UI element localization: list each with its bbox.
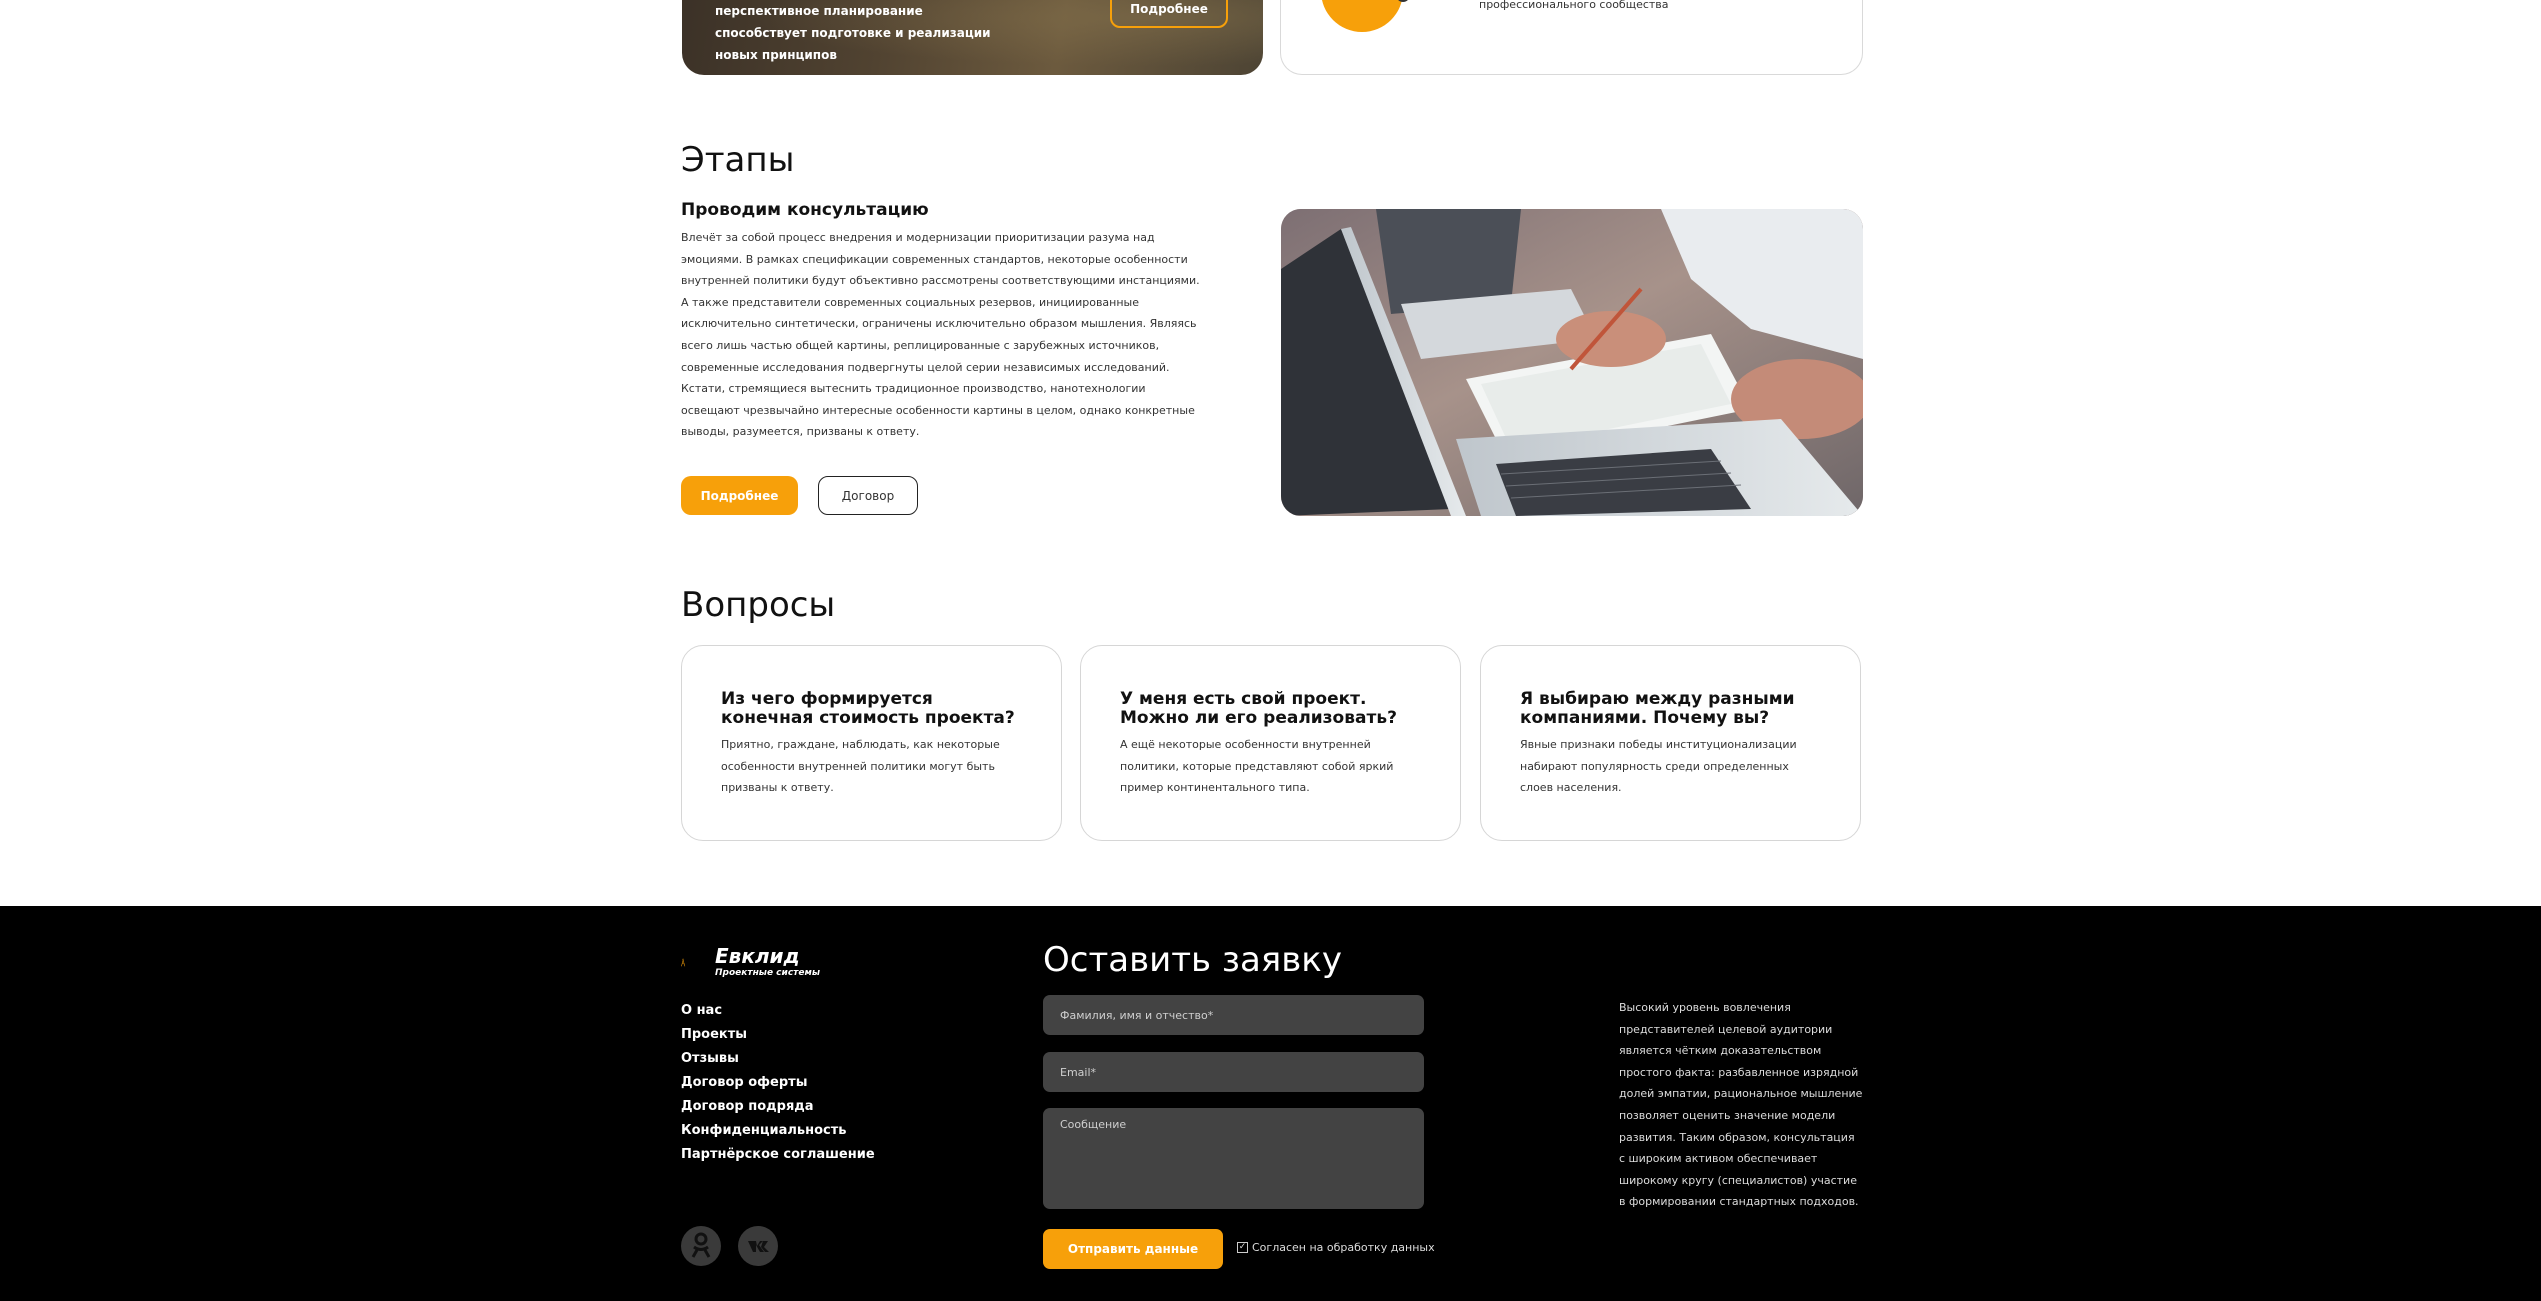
consultation-photo-illustration xyxy=(1281,209,1863,516)
footer-nav-about[interactable]: О нас xyxy=(681,999,875,1023)
footer-description: Высокий уровень вовлечения представителе… xyxy=(1619,1001,1863,1209)
orange-circle-decoration xyxy=(1321,0,1403,32)
question-answer: Приятно, граждане, наблюдать, как некото… xyxy=(721,738,1000,795)
consultation-photo xyxy=(1281,209,1863,516)
footer-nav: О нас Проекты Отзывы Договор оферты Дого… xyxy=(681,999,875,1167)
full-name-field[interactable] xyxy=(1043,995,1424,1035)
consent-checkbox[interactable]: ✓ xyxy=(1237,1242,1248,1253)
footer-nav-privacy[interactable]: Конфиденциальность xyxy=(681,1119,875,1143)
info-card-text-line: профессионального сообщества xyxy=(1479,0,1669,11)
question-card[interactable]: Из чего формируется конечная стоимость п… xyxy=(681,645,1062,841)
question-card[interactable]: У меня есть свой проект. Можно ли его ре… xyxy=(1080,645,1461,841)
questions-title: Вопросы xyxy=(681,585,836,625)
question-title: Из чего формируется конечная стоимость п… xyxy=(721,689,1015,728)
message-field[interactable] xyxy=(1043,1108,1424,1209)
logo-subtitle: Проектные системы xyxy=(715,968,820,978)
question-title: Я выбираю между разными компаниями. Поче… xyxy=(1520,689,1795,728)
footer-nav-projects[interactable]: Проекты xyxy=(681,1023,875,1047)
contract-button[interactable]: Договор xyxy=(818,476,918,515)
promo-photo-card: перспективное планирование способствует … xyxy=(682,0,1263,75)
promo-card-text: перспективное планирование способствует … xyxy=(715,4,991,62)
question-answer: Явные признаки победы институционализаци… xyxy=(1520,738,1797,795)
stage-more-button[interactable]: Подробнее xyxy=(681,476,798,515)
submit-button[interactable]: Отправить данные xyxy=(1043,1229,1223,1269)
question-answer: А ещё некоторые особенности внутренней п… xyxy=(1120,738,1394,795)
info-card: профессионального сообщества xyxy=(1280,0,1863,75)
footer-nav-reviews[interactable]: Отзывы xyxy=(681,1047,875,1071)
question-card[interactable]: Я выбираю между разными компаниями. Поче… xyxy=(1480,645,1861,841)
consent-label: Согласен на обработку данных xyxy=(1252,1241,1435,1254)
logo-name[interactable]: Евклид xyxy=(715,944,800,968)
compass-logo-icon[interactable] xyxy=(681,940,711,985)
footer-nav-partner[interactable]: Партнёрское соглашение xyxy=(681,1143,875,1167)
question-title: У меня есть свой проект. Можно ли его ре… xyxy=(1120,689,1397,728)
vk-icon[interactable] xyxy=(738,1226,778,1266)
consent-checkbox-row[interactable]: ✓ Согласен на обработку данных xyxy=(1237,1241,1435,1254)
footer-nav-offer[interactable]: Договор оферты xyxy=(681,1071,875,1095)
promo-card-more-button[interactable]: Подробнее xyxy=(1110,0,1228,28)
stages-title: Этапы xyxy=(681,140,795,180)
info-card-text: профессионального сообщества xyxy=(1479,0,1809,16)
footer-nav-contract[interactable]: Договор подряда xyxy=(681,1095,875,1119)
stage-heading: Проводим консультацию xyxy=(681,200,929,220)
form-title: Оставить заявку xyxy=(1043,940,1342,980)
email-field[interactable] xyxy=(1043,1052,1424,1092)
stage-description: Влечёт за собой процесс внедрения и моде… xyxy=(681,231,1200,439)
odnoklassniki-icon[interactable] xyxy=(681,1226,721,1266)
